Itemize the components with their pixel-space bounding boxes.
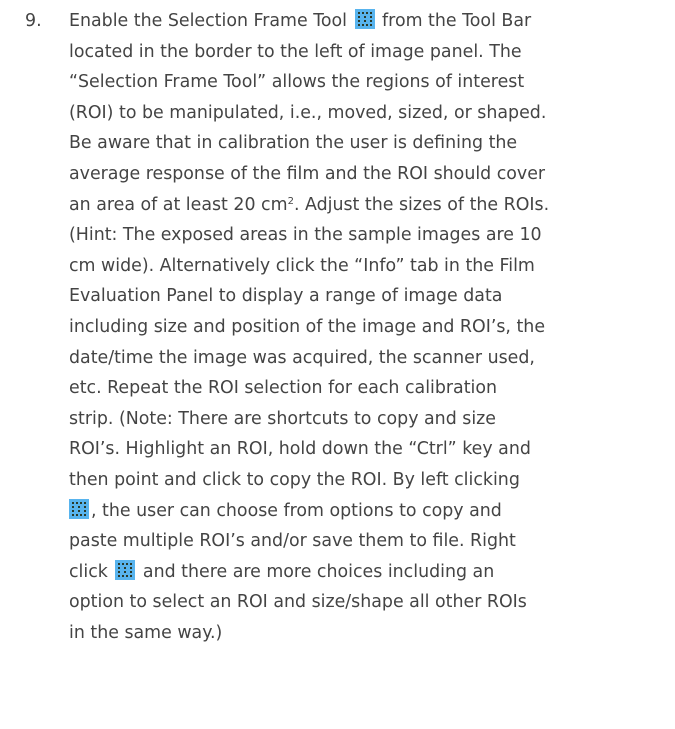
step-line-20: option to select an ROI and size/shape a… bbox=[69, 592, 527, 613]
selection-frame-tool-icon bbox=[354, 9, 375, 29]
step-line-11: including size and position of the image… bbox=[69, 317, 546, 337]
step-line-8: (Hint: The exposed areas in the sample i… bbox=[69, 225, 542, 246]
step-line-17: , the user can choose from options to co… bbox=[69, 496, 502, 527]
selection-frame-tool-icon bbox=[69, 498, 89, 519]
step-line-12: date/time the image was acquired, the sc… bbox=[69, 347, 535, 368]
step-line-4: (ROI) to be manipulated, i.e., moved, si… bbox=[69, 102, 547, 123]
step-line-9: cm wide). Alternatively click the “Info”… bbox=[69, 255, 535, 276]
step-line-13: etc. Repeat the ROI selection for each c… bbox=[69, 378, 498, 399]
step-number: 9. bbox=[25, 11, 42, 31]
step-line-14: strip. (Note: There are shortcuts to cop… bbox=[69, 408, 496, 429]
step-line-19: click and there are more choices includi… bbox=[69, 559, 495, 582]
step-line-15: ROI’s. Highlight an ROI, hold down the “… bbox=[69, 439, 531, 460]
step-line-18: paste multiple ROI’s and/or save them to… bbox=[69, 531, 516, 552]
selection-frame-tool-icon bbox=[115, 559, 136, 580]
step-line-3: “Selection Frame Tool” allows the region… bbox=[69, 72, 525, 93]
step-line-1: Enable the Selection Frame Tool from the… bbox=[69, 9, 532, 31]
step-line-6: average response of the film and the ROI… bbox=[69, 164, 546, 184]
step-line-21: in the same way.) bbox=[69, 623, 223, 643]
step-line-2: located in the border to the left of ima… bbox=[69, 41, 522, 62]
step-line-16: then point and click to copy the ROI. By… bbox=[69, 470, 520, 490]
step-line-5: Be aware that in calibration the user is… bbox=[69, 133, 518, 154]
step-line-10: Evaluation Panel to display a range of i… bbox=[69, 286, 503, 307]
step-line-7: an area of at least 20 cm2. Adjust the s… bbox=[69, 194, 550, 215]
